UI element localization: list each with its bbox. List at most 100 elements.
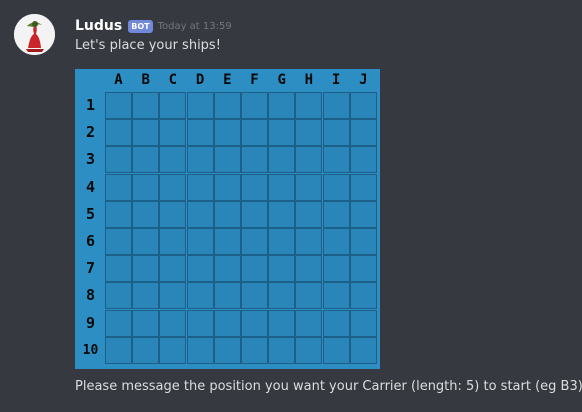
grid-cell[interactable] <box>295 282 323 310</box>
grid-cell[interactable] <box>322 119 350 147</box>
grid-cell[interactable] <box>105 309 132 337</box>
grid-cell[interactable] <box>295 173 323 201</box>
grid-cell[interactable] <box>132 200 160 228</box>
username[interactable]: Ludus <box>75 18 122 34</box>
grid-cell[interactable] <box>213 119 241 147</box>
grid-cell[interactable] <box>268 173 296 201</box>
grid-cell[interactable] <box>186 255 214 283</box>
grid-cell[interactable] <box>268 336 296 364</box>
grid-cell[interactable] <box>295 146 323 174</box>
grid-cell[interactable] <box>105 255 132 283</box>
grid-cell[interactable] <box>349 146 377 174</box>
grid-cell[interactable] <box>105 146 132 174</box>
grid-cell[interactable] <box>241 92 268 119</box>
grid-cell[interactable] <box>159 282 187 310</box>
grid-cell[interactable] <box>322 336 350 364</box>
grid-cell[interactable] <box>186 309 214 337</box>
grid-cell[interactable] <box>159 228 187 255</box>
grid-cell[interactable] <box>241 146 268 174</box>
grid-cell[interactable] <box>159 146 187 174</box>
grid-cell[interactable] <box>349 200 377 228</box>
grid-cell[interactable] <box>132 255 160 283</box>
grid-cell[interactable] <box>132 173 160 201</box>
grid-cell[interactable] <box>186 146 214 174</box>
grid-cell[interactable] <box>349 255 377 283</box>
grid-cell[interactable] <box>213 200 241 228</box>
grid-cell[interactable] <box>241 282 268 310</box>
grid-cell[interactable] <box>268 119 296 147</box>
grid-cell[interactable] <box>132 92 160 119</box>
grid-cell[interactable] <box>132 309 160 337</box>
grid-cell[interactable] <box>268 92 296 119</box>
grid-cell[interactable] <box>132 146 160 174</box>
grid-cell[interactable] <box>268 228 296 255</box>
grid-cell[interactable] <box>105 200 132 228</box>
grid-cell[interactable] <box>186 336 214 364</box>
grid-cell[interactable] <box>105 228 132 255</box>
grid-cell[interactable] <box>295 255 323 283</box>
grid-cell[interactable] <box>186 200 214 228</box>
grid-cell[interactable] <box>295 228 323 255</box>
grid-cell[interactable] <box>241 228 268 255</box>
grid-cell[interactable] <box>105 336 132 364</box>
grid-cell[interactable] <box>159 173 187 201</box>
grid-cell[interactable] <box>159 119 187 147</box>
grid-cell[interactable] <box>322 146 350 174</box>
grid-cell[interactable] <box>241 255 268 283</box>
grid-cell[interactable] <box>268 146 296 174</box>
grid-cell[interactable] <box>241 119 268 147</box>
grid-cell[interactable] <box>322 200 350 228</box>
grid-cell[interactable] <box>213 309 241 337</box>
grid-cell[interactable] <box>268 255 296 283</box>
grid-cell[interactable] <box>349 309 377 337</box>
grid-cell[interactable] <box>213 92 241 119</box>
grid-cell[interactable] <box>159 200 187 228</box>
grid-cell[interactable] <box>349 282 377 310</box>
grid-cell[interactable] <box>186 228 214 255</box>
grid-cell[interactable] <box>268 282 296 310</box>
grid-cell[interactable] <box>349 173 377 201</box>
grid-cell[interactable] <box>295 119 323 147</box>
grid-cell[interactable] <box>241 173 268 201</box>
grid-cell[interactable] <box>186 119 214 147</box>
grid-cell[interactable] <box>186 92 214 119</box>
grid-cell[interactable] <box>268 309 296 337</box>
grid-cell[interactable] <box>159 309 187 337</box>
grid-cell[interactable] <box>349 119 377 147</box>
grid-cell[interactable] <box>213 173 241 201</box>
grid-cell[interactable] <box>349 336 377 364</box>
grid-cell[interactable] <box>105 119 132 147</box>
grid-cell[interactable] <box>322 92 350 119</box>
grid-cell[interactable] <box>322 309 350 337</box>
grid-cell[interactable] <box>241 200 268 228</box>
grid-cell[interactable] <box>322 173 350 201</box>
grid-cell[interactable] <box>213 228 241 255</box>
grid-cell[interactable] <box>322 282 350 310</box>
grid-cell[interactable] <box>295 92 323 119</box>
grid-cell[interactable] <box>132 119 160 147</box>
grid-cell[interactable] <box>295 336 323 364</box>
grid-cell[interactable] <box>213 255 241 283</box>
grid-cell[interactable] <box>241 336 268 364</box>
grid-cell[interactable] <box>105 173 132 201</box>
grid-cell[interactable] <box>241 309 268 337</box>
grid-cell[interactable] <box>322 255 350 283</box>
grid-cell[interactable] <box>105 92 132 119</box>
grid-cell[interactable] <box>349 92 377 119</box>
grid-cell[interactable] <box>213 282 241 310</box>
grid-cell[interactable] <box>295 200 323 228</box>
grid-cell[interactable] <box>159 336 187 364</box>
grid-cell[interactable] <box>213 146 241 174</box>
grid-cell[interactable] <box>132 282 160 310</box>
bot-avatar[interactable] <box>14 14 55 55</box>
grid-cell[interactable] <box>213 336 241 364</box>
grid-cell[interactable] <box>159 255 187 283</box>
grid-cell[interactable] <box>159 92 187 119</box>
grid-cell[interactable] <box>105 282 132 310</box>
grid-cell[interactable] <box>268 200 296 228</box>
grid-cell[interactable] <box>186 282 214 310</box>
grid-cell[interactable] <box>295 309 323 337</box>
grid-cell[interactable] <box>349 228 377 255</box>
grid-cell[interactable] <box>186 173 214 201</box>
grid-cell[interactable] <box>322 228 350 255</box>
